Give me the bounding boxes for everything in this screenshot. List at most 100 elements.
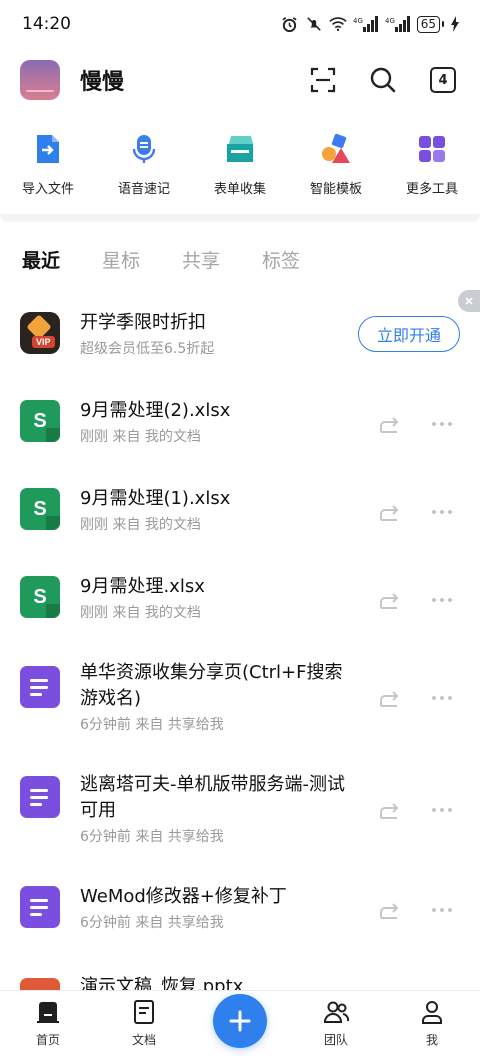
status-bar: 14:20 4G 4G 65 [0,0,480,48]
nav-label: 首页 [35,1033,60,1047]
battery-icon: 65 [416,15,444,33]
xlsx-file-icon: S [20,400,60,442]
team-icon [323,1001,349,1023]
tab-shared[interactable]: 共享 [182,246,220,273]
quick-action-label: 智能模板 [309,182,362,197]
quick-action-import[interactable]: 导入文件 [0,128,96,208]
username[interactable]: 慢慢 [80,64,124,96]
grid-icon [419,136,445,162]
doc-file-icon [20,886,60,928]
share-icon[interactable] [378,588,402,612]
plus-icon [229,1010,251,1032]
file-row[interactable]: 单华资源收集分享页(Ctrl+F搜索游戏名) 6分钟前 来自 共享给我 [0,660,480,740]
promo-close-button[interactable] [458,290,480,312]
file-meta: 6分钟前 来自 共享给我 [80,915,224,931]
signal-4g-icon: 4G [353,15,379,33]
battery-level: 65 [416,15,440,33]
search-icon[interactable] [368,65,398,95]
promo-title: 开学季限时折扣 [80,312,206,333]
file-title: WeMod修改器+修复补丁 [80,886,287,907]
file-meta: 刚刚 来自 我的文档 [80,605,201,621]
scan-icon[interactable] [308,65,338,95]
home-icon [37,1002,59,1023]
share-icon[interactable] [378,898,402,922]
more-icon[interactable] [432,906,458,914]
file-title: 单华资源收集分享页(Ctrl+F搜索游戏名) [80,662,343,709]
quick-action-voice[interactable]: 语音速记 [96,128,192,208]
quick-action-template[interactable]: 智能模板 [288,128,384,208]
xlsx-file-icon: S [20,488,60,530]
tab-recent[interactable]: 最近 [22,246,60,273]
share-icon[interactable] [378,500,402,524]
status-time: 14:20 [22,14,71,34]
file-row[interactable]: 逃离塔可夫-单机版带服务端-测试可用 6分钟前 来自 共享给我 [0,772,480,852]
vip-badge: VIP [32,336,55,348]
file-title: 9月需处理(2).xlsx [80,400,231,421]
file-meta: 刚刚 来自 我的文档 [80,429,201,445]
more-icon[interactable] [432,596,458,604]
app-header: 慢慢 4 [0,52,480,108]
file-title[interactable]: 演示文稿_恢复.pptx [80,972,243,990]
file-title: 9月需处理(1).xlsx [80,488,231,509]
doc-file-icon [20,666,60,708]
section-divider [0,214,480,222]
share-icon[interactable] [378,412,402,436]
alarm-icon [281,15,299,33]
nav-team[interactable]: 团队 [288,991,384,1058]
share-icon[interactable] [378,798,402,822]
file-row[interactable]: S 9月需处理(2).xlsx 刚刚 来自 我的文档 [0,398,480,458]
promo-subtitle: 超级会员低至6.5折起 [80,341,215,357]
document-icon [134,1000,154,1024]
nav-label: 我 [425,1033,438,1047]
avatar[interactable] [20,60,60,100]
file-tabs: 最近 星标 共享 标签 [22,246,300,273]
more-icon[interactable] [432,420,458,428]
nav-label: 文档 [131,1033,156,1047]
status-icons: 4G 4G 65 [281,15,460,33]
tab-starred[interactable]: 星标 [102,246,140,273]
quick-action-label: 导入文件 [21,182,74,197]
nav-documents[interactable]: 文档 [96,991,192,1058]
form-collect-icon [227,136,253,162]
quick-action-label: 表单收集 [213,182,266,197]
doc-file-icon [20,776,60,818]
header-actions: 4 [308,65,458,95]
tab-count: 4 [430,67,456,93]
quick-action-more[interactable]: 更多工具 [384,128,480,208]
nav-label: 团队 [323,1033,348,1047]
profile-icon [422,1001,442,1024]
create-button[interactable] [213,994,267,1048]
file-row[interactable]: WeMod修改器+修复补丁 6分钟前 来自 共享给我 [0,884,480,944]
file-meta: 6分钟前 来自 共享给我 [80,717,224,733]
more-icon[interactable] [432,508,458,516]
tabs-icon[interactable]: 4 [428,65,458,95]
file-meta: 6分钟前 来自 共享给我 [80,829,224,845]
quick-action-form[interactable]: 表单收集 [192,128,288,208]
close-icon [465,297,473,305]
svg-text:4G: 4G [353,17,363,25]
file-title: 逃离塔可夫-单机版带服务端-测试可用 [80,774,345,821]
more-icon[interactable] [432,806,458,814]
template-shapes-icon [322,133,350,163]
wifi-icon [329,15,347,33]
share-icon[interactable] [378,686,402,710]
quick-action-label: 更多工具 [405,182,458,197]
charging-icon [450,15,460,33]
nav-me[interactable]: 我 [384,991,480,1058]
tab-tags[interactable]: 标签 [262,246,300,273]
svg-text:4G: 4G [385,17,395,25]
file-row[interactable]: S 9月需处理.xlsx 刚刚 来自 我的文档 [0,574,480,634]
file-row[interactable]: S 9月需处理(1).xlsx 刚刚 来自 我的文档 [0,486,480,546]
vip-icon: VIP [20,312,60,354]
xlsx-file-icon: S [20,576,60,618]
file-title: 9月需处理.xlsx [80,576,205,597]
mute-icon [305,15,323,33]
more-icon[interactable] [432,694,458,702]
file-meta: 刚刚 来自 我的文档 [80,517,201,533]
quick-action-label: 语音速记 [117,182,170,197]
open-membership-button[interactable]: 立即开通 [358,316,460,352]
promo-row[interactable]: VIP 开学季限时折扣 超级会员低至6.5折起 立即开通 [0,310,480,370]
microphone-icon [132,135,156,163]
signal-4g-icon: 4G [385,15,411,33]
nav-home[interactable]: 首页 [0,991,96,1058]
